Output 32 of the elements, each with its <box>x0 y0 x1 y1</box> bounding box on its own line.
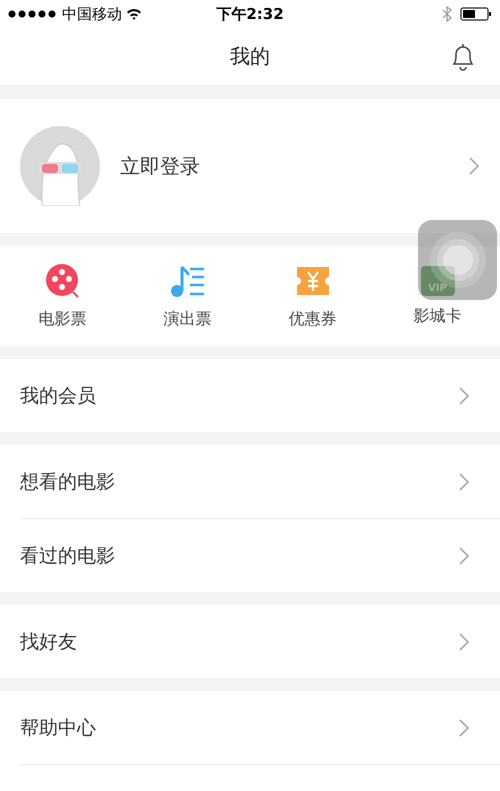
chevron-right-icon <box>458 386 470 406</box>
chevron-right-icon <box>458 632 470 652</box>
menu-row[interactable]: 想看的电影 <box>0 445 500 518</box>
chevron-right-icon <box>458 546 470 566</box>
shortcut-label[interactable]: 优惠券 <box>288 308 336 330</box>
battery-icon <box>460 7 492 21</box>
menu-label: 想看的电影 <box>20 470 115 494</box>
shortcut-label[interactable]: 电影票 <box>38 308 86 330</box>
signal-icon <box>8 10 58 18</box>
menu-label: 看过的电影 <box>20 544 115 568</box>
film-reel-icon[interactable] <box>44 262 80 298</box>
bell-icon[interactable] <box>450 43 476 71</box>
status-time: 下午2:32 <box>216 4 284 24</box>
shortcut-label[interactable]: 影城卡 <box>414 306 462 326</box>
chevron-right-icon <box>468 156 480 176</box>
menu-label: 我的会员 <box>20 384 96 408</box>
chevron-right-icon <box>458 718 470 738</box>
menu-label: 找好友 <box>20 630 77 654</box>
login-link[interactable]: 立即登录 <box>120 152 448 180</box>
menu-row[interactable]: 看过的电影 <box>20 518 500 592</box>
menu-label: 帮助中心 <box>20 716 96 740</box>
avatar-icon <box>20 126 100 206</box>
page-title: 我的 <box>230 43 270 70</box>
menu-row[interactable]: 找好友 <box>0 605 500 678</box>
menu-row[interactable]: 我的会员 <box>0 359 500 432</box>
shortcut-label[interactable]: 演出票 <box>164 308 212 330</box>
chevron-right-icon <box>458 472 470 492</box>
wifi-icon <box>126 8 142 20</box>
bluetooth-icon <box>442 6 452 22</box>
carrier-name: 中国移动 <box>62 4 122 24</box>
assistive-touch-button[interactable] <box>418 220 497 300</box>
card-icon-text: VIP <box>428 282 447 294</box>
